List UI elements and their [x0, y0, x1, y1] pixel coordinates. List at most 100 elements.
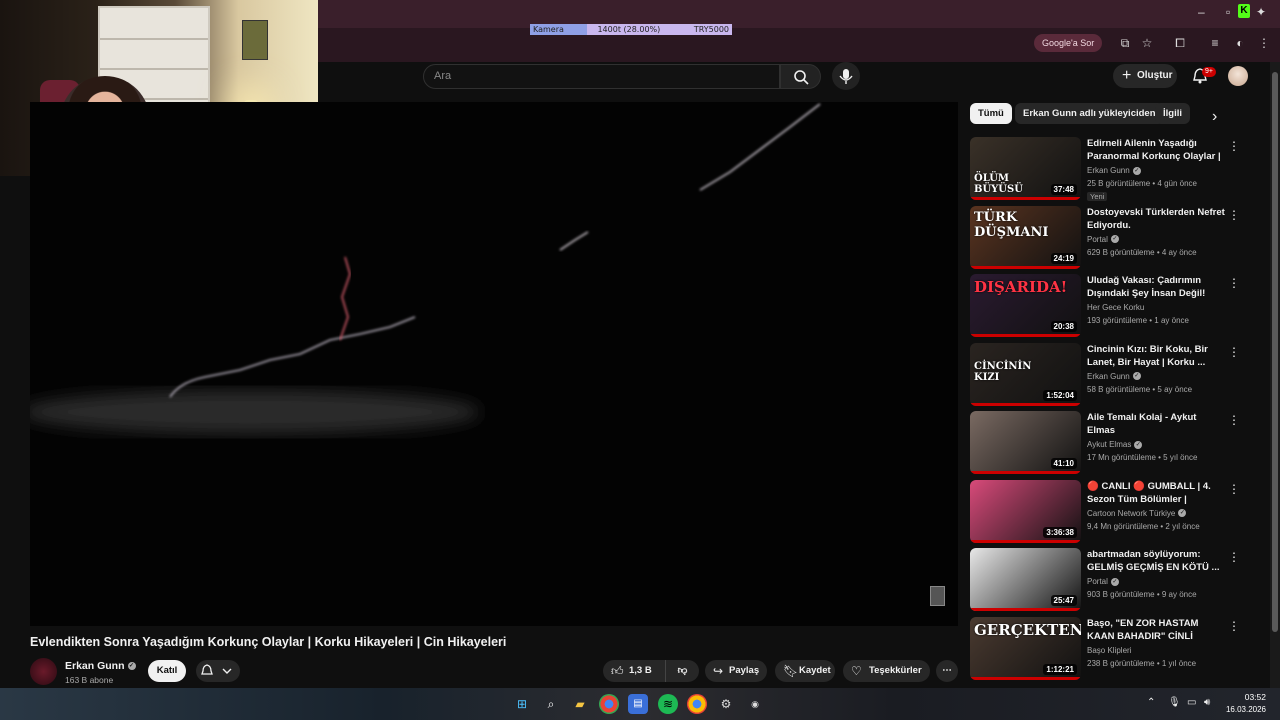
subscription-bell-button[interactable]: [196, 660, 240, 682]
channel-name-link[interactable]: Erkan Gunn ✓: [65, 660, 136, 672]
video-thumbnail[interactable]: ÖLÜM BÜYÜSÜ 37:48: [970, 137, 1081, 200]
profile-icon[interactable]: ◐: [1232, 35, 1248, 51]
video-duration: 37:48: [1050, 184, 1077, 195]
bookmark-icon: 🔖︎: [783, 664, 799, 678]
recommendation-title[interactable]: abartmadan söylüyorum: GELMİŞ GEÇMİŞ EN …: [1087, 548, 1227, 574]
recommendation-title[interactable]: Uludağ Vakası: Çadırımın Dışındaki Şey İ…: [1087, 274, 1227, 300]
obs-icon[interactable]: ◉: [745, 694, 765, 714]
channel-avatar[interactable]: [30, 658, 57, 685]
recommendation-title[interactable]: Aile Temalı Kolaj - Aykut Elmas: [1087, 411, 1227, 437]
recommendation-item[interactable]: 41:10 Aile Temalı Kolaj - Aykut Elmas Ayku…: [970, 411, 1245, 477]
chip-from-uploader[interactable]: Erkan Gunn adlı yükleyiciden: [1015, 103, 1164, 124]
more-vertical-icon[interactable]: ⋮: [1228, 413, 1240, 427]
voice-search-button[interactable]: [832, 62, 860, 90]
recommendation-item[interactable]: GERÇEKTEN 1:12:21 Başo, "EN ZOR HASTAM KAA…: [970, 616, 1245, 683]
browser-menu-icon[interactable]: ⋮: [1256, 35, 1272, 51]
scrollbar-thumb[interactable]: [1272, 72, 1278, 632]
verified-icon: ✓: [1178, 509, 1187, 518]
more-vertical-icon[interactable]: ⋮: [1228, 139, 1240, 153]
clock-time[interactable]: 03:52: [1222, 692, 1266, 702]
google-ask-button[interactable]: Google'a Sor: [1034, 34, 1103, 52]
recommendation-item[interactable]: ÖLÜM BÜYÜSÜ 37:48 Edirneli Ailenin Yaşadığ…: [970, 137, 1245, 203]
spotify-icon[interactable]: ≋: [658, 694, 678, 714]
recommendation-item[interactable]: 3:36:38 🔴 CANLI 🔴 GUMBALL | 4. Sezon Tüm …: [970, 479, 1245, 546]
tray-network-icon[interactable]: ▭: [1187, 697, 1196, 708]
more-vertical-icon[interactable]: ⋮: [1228, 208, 1240, 222]
recommendation-title[interactable]: Dostoyevski Türklerden Nefret Ediyordu.: [1087, 206, 1227, 232]
create-button[interactable]: + Oluştur: [1113, 64, 1177, 88]
recommendation-item[interactable]: 25:47 abartmadan söylüyorum: GELMİŞ GEÇMİ…: [970, 548, 1245, 614]
taskbar-search-icon[interactable]: ⌕: [541, 694, 561, 714]
share-button[interactable]: ↪ Paylaş: [705, 660, 767, 682]
bookmark-star-icon[interactable]: ☆: [1139, 35, 1155, 51]
google-ask-label: Google'a Sor: [1042, 38, 1095, 48]
thanks-label: Teşekkürler: [869, 665, 922, 676]
more-vertical-icon[interactable]: ⋮: [1228, 619, 1240, 633]
recommendation-title[interactable]: 🔴 CANLI 🔴 GUMBALL | 4. Sezon Tüm Bölümle…: [1087, 480, 1227, 506]
video-thumbnail[interactable]: 41:10: [970, 411, 1081, 474]
search-icon: [794, 70, 809, 85]
tray-chevron-icon[interactable]: ⌃: [1147, 697, 1155, 708]
extensions-icon[interactable]: ⧠: [1172, 35, 1188, 51]
recommendation-channel[interactable]: Portal ✓: [1087, 577, 1119, 586]
file-explorer-icon[interactable]: ▰: [570, 694, 590, 714]
search-button[interactable]: [780, 64, 821, 89]
recommendation-item[interactable]: DIŞARIDA! 20:38 Uludağ Vakası: Çadırımın D…: [970, 274, 1245, 340]
thumbs-up-icon: 👍︎: [611, 664, 624, 678]
recommendation-channel[interactable]: Portal ✓: [1087, 235, 1119, 244]
calendar-app-icon[interactable]: ▤: [628, 694, 648, 714]
media-icon[interactable]: ≡: [1207, 35, 1223, 51]
chevron-right-icon[interactable]: ›: [1212, 108, 1217, 126]
restore-icon[interactable]: ▫: [1226, 5, 1230, 19]
search-input[interactable]: Ara: [423, 64, 780, 89]
wall-poster: [242, 20, 268, 60]
recommendation-channel[interactable]: Aykut Elmas ✓: [1087, 440, 1143, 449]
join-button[interactable]: Katıl: [148, 660, 186, 682]
video-player[interactable]: [30, 102, 958, 626]
more-actions-button[interactable]: ⋯: [936, 660, 958, 682]
kick-icon[interactable]: K: [1238, 4, 1250, 18]
thanks-button[interactable]: ♡ Teşekkürler: [843, 660, 930, 682]
chrome-profile-icon[interactable]: [687, 694, 707, 714]
save-button[interactable]: 🔖︎ Kaydet: [775, 660, 835, 682]
recommendation-meta: 9,4 Mn görüntüleme • 2 yıl önce: [1087, 521, 1200, 531]
recommendation-item[interactable]: CİNCİNİN KIZI 1:52:04 Cincinin Kızı: Bir K…: [970, 342, 1245, 409]
windows-start-icon[interactable]: ⊞: [512, 694, 532, 714]
extension-icon[interactable]: ✦: [1256, 5, 1266, 19]
cast-icon[interactable]: ⧉: [1117, 35, 1133, 51]
video-thumbnail[interactable]: CİNCİNİN KIZI 1:52:04: [970, 342, 1081, 406]
tray-volume-icon[interactable]: 🔊︎: [1204, 697, 1210, 708]
more-vertical-icon[interactable]: ⋮: [1228, 482, 1240, 496]
more-vertical-icon[interactable]: ⋮: [1228, 345, 1240, 359]
recommendation-channel[interactable]: Başo Klipleri: [1087, 646, 1131, 655]
chip-related[interactable]: İlgili: [1155, 103, 1190, 124]
video-thumbnail[interactable]: 3:36:38: [970, 479, 1081, 543]
minimize-icon[interactable]: –: [1198, 5, 1205, 19]
recommendation-title[interactable]: Cincinin Kızı: Bir Koku, Bir Lanet, Bir …: [1087, 343, 1227, 369]
recommendation-item[interactable]: TÜRK DÜŞMANI 24:19 Dostoyevski Türklerden …: [970, 205, 1245, 272]
recommendation-channel[interactable]: Erkan Gunn ✓: [1087, 372, 1141, 381]
recommendation-title[interactable]: Başo, "EN ZOR HASTAM KAAN BAHADIR" CİNLİ…: [1087, 617, 1227, 643]
video-duration: 25:47: [1050, 595, 1077, 606]
video-thumbnail[interactable]: DIŞARIDA! 20:38: [970, 274, 1081, 337]
chrome-icon[interactable]: [599, 694, 619, 714]
recommendation-channel[interactable]: Her Gece Korku: [1087, 303, 1144, 312]
like-button[interactable]: 👍︎ 1,3 B: [603, 660, 663, 682]
video-thumbnail[interactable]: 25:47: [970, 548, 1081, 611]
user-avatar[interactable]: [1228, 66, 1248, 86]
tray-mic-icon[interactable]: 🎙︎: [1168, 697, 1181, 708]
chip-all[interactable]: Tümü: [970, 103, 1012, 124]
share-icon: ↪: [713, 664, 724, 678]
recommendation-title[interactable]: Edirneli Ailenin Yaşadığı Paranormal Kor…: [1087, 137, 1227, 163]
clock-date[interactable]: 16.03.2026: [1222, 705, 1266, 714]
settings-gear-icon[interactable]: ⚙: [716, 694, 736, 714]
recommendation-meta: 238 B görüntüleme • 1 yıl önce: [1087, 658, 1197, 668]
video-thumbnail[interactable]: TÜRK DÜŞMANI 24:19: [970, 205, 1081, 269]
video-thumbnail[interactable]: GERÇEKTEN 1:12:21: [970, 616, 1081, 680]
recommendation-channel[interactable]: Cartoon Network Türkiye ✓: [1087, 509, 1187, 518]
dislike-button[interactable]: 👎︎: [665, 660, 699, 682]
recommendation-channel[interactable]: Erkan Gunn ✓: [1087, 166, 1141, 175]
more-vertical-icon[interactable]: ⋮: [1228, 276, 1240, 290]
verified-icon: ✓: [1110, 577, 1119, 586]
more-vertical-icon[interactable]: ⋮: [1228, 550, 1240, 564]
